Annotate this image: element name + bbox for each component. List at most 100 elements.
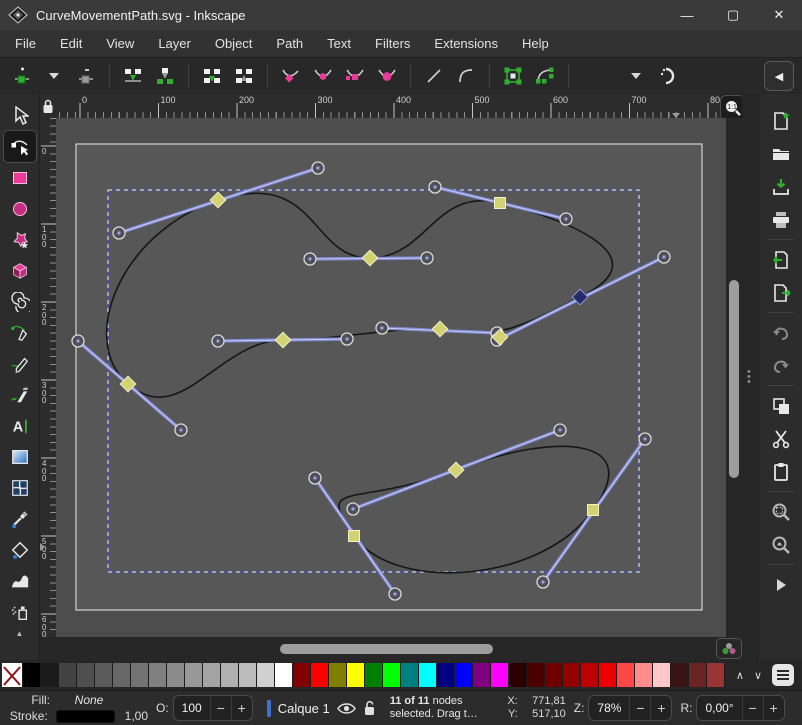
color-swatch[interactable] bbox=[95, 663, 113, 687]
insert-node-button[interactable] bbox=[6, 61, 38, 91]
tool-rectangle[interactable] bbox=[4, 162, 36, 193]
layer-name[interactable]: Calque 1 bbox=[278, 701, 330, 716]
copy-button[interactable] bbox=[764, 389, 798, 422]
color-swatch[interactable] bbox=[617, 663, 635, 687]
insert-node-options-button[interactable] bbox=[38, 61, 70, 91]
color-swatch[interactable] bbox=[401, 663, 419, 687]
color-swatch[interactable] bbox=[527, 663, 545, 687]
color-swatch[interactable] bbox=[239, 663, 257, 687]
node-smooth-button[interactable] bbox=[307, 61, 339, 91]
delete-segment-button[interactable] bbox=[228, 61, 260, 91]
color-swatch[interactable] bbox=[185, 663, 203, 687]
menu-object[interactable]: Object bbox=[204, 32, 264, 55]
menu-edit[interactable]: Edit bbox=[49, 32, 93, 55]
divider-grip-icon[interactable]: ••• bbox=[747, 370, 751, 385]
menu-filters[interactable]: Filters bbox=[364, 32, 421, 55]
color-swatch[interactable] bbox=[509, 663, 527, 687]
menu-extensions[interactable]: Extensions bbox=[423, 32, 509, 55]
color-swatch[interactable] bbox=[275, 663, 293, 687]
color-swatch[interactable] bbox=[311, 663, 329, 687]
palette-menu-button[interactable] bbox=[772, 664, 794, 686]
color-swatch[interactable] bbox=[707, 663, 725, 687]
vertical-scrollbar[interactable] bbox=[726, 118, 742, 637]
node-auto-button[interactable] bbox=[371, 61, 403, 91]
color-swatch[interactable] bbox=[293, 663, 311, 687]
undo-button[interactable] bbox=[764, 316, 798, 349]
tool-pencil[interactable] bbox=[4, 348, 36, 379]
horizontal-scrollbar-thumb[interactable] bbox=[280, 644, 493, 654]
fill-stroke-indicator[interactable]: Fill: None Stroke: 1,00 bbox=[0, 693, 148, 724]
color-swatch[interactable] bbox=[689, 663, 707, 687]
minimize-button[interactable]: — bbox=[664, 0, 710, 30]
vertical-scrollbar-thumb[interactable] bbox=[729, 280, 739, 478]
tool-text[interactable]: A bbox=[4, 410, 36, 441]
rotation-decrease-button[interactable]: − bbox=[742, 695, 763, 721]
drawing-area[interactable] bbox=[56, 118, 726, 637]
tool-mesh-gradient[interactable] bbox=[4, 472, 36, 503]
rotation-value[interactable]: 0,00° bbox=[697, 701, 741, 715]
tool-ellipse[interactable] bbox=[4, 193, 36, 224]
break-node-button[interactable] bbox=[117, 61, 149, 91]
path-node-square[interactable] bbox=[349, 531, 360, 542]
close-button[interactable]: ✕ bbox=[756, 0, 802, 30]
color-swatch[interactable] bbox=[599, 663, 617, 687]
color-swatch[interactable] bbox=[347, 663, 365, 687]
palette-scroll-down[interactable]: ∨ bbox=[754, 669, 762, 682]
panel-divider[interactable]: ••• bbox=[742, 94, 758, 660]
path-node-square[interactable] bbox=[495, 198, 506, 209]
color-swatch[interactable] bbox=[563, 663, 581, 687]
tool-node-editor[interactable] bbox=[4, 131, 36, 162]
edit-clip-lpe-button[interactable] bbox=[652, 61, 684, 91]
color-swatch[interactable] bbox=[41, 663, 59, 687]
color-swatch[interactable] bbox=[203, 663, 221, 687]
object-to-path-button[interactable] bbox=[497, 61, 529, 91]
color-swatch[interactable] bbox=[437, 663, 455, 687]
stroke-color-swatch[interactable] bbox=[56, 710, 115, 723]
opacity-value[interactable]: 100 bbox=[174, 701, 210, 715]
menu-layer[interactable]: Layer bbox=[147, 32, 202, 55]
color-swatch[interactable] bbox=[671, 663, 689, 687]
color-swatch[interactable] bbox=[149, 663, 167, 687]
color-swatch[interactable] bbox=[635, 663, 653, 687]
segment-curve-button[interactable] bbox=[450, 61, 482, 91]
ruler-origin-lock[interactable] bbox=[40, 94, 56, 118]
fill-value[interactable]: None bbox=[58, 693, 120, 707]
tool-spiral[interactable] bbox=[4, 286, 36, 317]
segment-line-button[interactable] bbox=[418, 61, 450, 91]
tool-3d-box[interactable] bbox=[4, 255, 36, 286]
tool-paint-bucket[interactable] bbox=[4, 534, 36, 565]
node-symmetric-button[interactable] bbox=[339, 61, 371, 91]
swatch-none[interactable] bbox=[2, 663, 23, 687]
color-swatch[interactable] bbox=[221, 663, 239, 687]
zoom-to-selection-button[interactable] bbox=[764, 495, 798, 528]
zoom-increase-button[interactable]: + bbox=[650, 695, 671, 721]
color-swatch[interactable] bbox=[455, 663, 473, 687]
opacity-decrease-button[interactable]: − bbox=[210, 695, 231, 721]
opacity-increase-button[interactable]: + bbox=[231, 695, 252, 721]
path-node-square[interactable] bbox=[588, 505, 599, 516]
color-swatch[interactable] bbox=[365, 663, 383, 687]
join-with-segment-button[interactable] bbox=[196, 61, 228, 91]
color-swatch[interactable] bbox=[473, 663, 491, 687]
maximize-button[interactable]: ▢ bbox=[710, 0, 756, 30]
tool-selector[interactable] bbox=[4, 100, 36, 131]
color-managed-view-button[interactable] bbox=[716, 638, 742, 659]
expand-panel-button[interactable] bbox=[764, 568, 798, 601]
color-swatch[interactable] bbox=[113, 663, 131, 687]
color-swatch[interactable] bbox=[419, 663, 437, 687]
color-swatch[interactable] bbox=[491, 663, 509, 687]
print-button[interactable] bbox=[764, 203, 798, 236]
color-swatch[interactable] bbox=[77, 663, 95, 687]
x-coordinate-dropdown-button[interactable] bbox=[620, 61, 652, 91]
menu-text[interactable]: Text bbox=[316, 32, 362, 55]
zoom-to-drawing-button[interactable] bbox=[764, 528, 798, 561]
ruler-vertical[interactable]: 01 0 02 0 03 0 04 0 05 0 06 0 0 bbox=[40, 118, 56, 637]
join-node-button[interactable] bbox=[149, 61, 181, 91]
delete-node-button[interactable] bbox=[70, 61, 102, 91]
redo-button[interactable] bbox=[764, 349, 798, 382]
tool-dropper[interactable] bbox=[4, 503, 36, 534]
color-swatch[interactable] bbox=[257, 663, 275, 687]
paste-button[interactable] bbox=[764, 455, 798, 488]
color-swatch[interactable] bbox=[167, 663, 185, 687]
color-swatch[interactable] bbox=[581, 663, 599, 687]
